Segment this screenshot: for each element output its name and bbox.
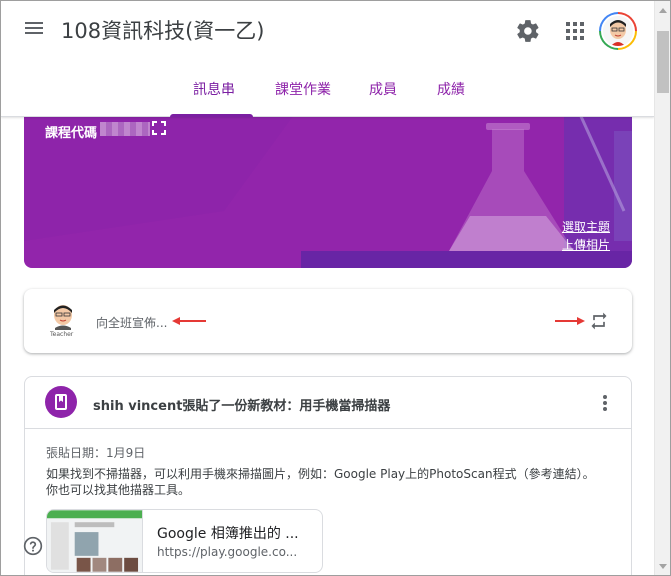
link-title[interactable]: Google 相簿推出的 ... [157, 523, 299, 543]
scroll-down-icon[interactable] [659, 564, 667, 569]
announcement-composer[interactable]: Teacher 向全班宣佈... [24, 289, 632, 353]
account-avatar[interactable] [599, 12, 637, 50]
link-url: https://play.google.co... [157, 545, 298, 559]
bookmark-icon [55, 394, 67, 410]
app-window: 108資訊科技(資一乙) 訊息串 課堂作業 成員 成績 課程代碼 選取主題 上傳… [0, 0, 671, 576]
class-code-value-blurred [100, 122, 150, 136]
menu-icon[interactable] [21, 19, 47, 43]
course-title[interactable]: 108資訊科技(資一乙) [61, 15, 264, 45]
active-tab-indicator [170, 114, 253, 117]
post-body: 如果找到不掃描器，可以利用手機來掃描圖片，例如：Google Play上的Pho… [46, 466, 621, 498]
link-thumbnail [47, 510, 143, 572]
post-body-line: 如果找到不掃描器，可以利用手機來掃描圖片，例如：Google Play上的Pho… [46, 467, 595, 481]
class-code-label: 課程代碼 [45, 126, 98, 141]
tab-grades[interactable]: 成績 [437, 79, 465, 99]
post-body-line: 你也可以找其他描器工具。 [46, 483, 191, 497]
tab-classwork[interactable]: 課堂作業 [275, 79, 331, 99]
post-title[interactable]: shih vincent張貼了一份新教材：用手機當掃描器 [93, 395, 390, 414]
help-icon[interactable] [23, 536, 43, 556]
post-header[interactable]: shih vincent張貼了一份新教材：用手機當掃描器 [25, 377, 631, 429]
announce-input[interactable]: 向全班宣佈... [96, 314, 167, 331]
more-options-icon[interactable] [601, 393, 609, 415]
tab-stream[interactable]: 訊息串 [193, 79, 235, 99]
top-app-bar: 108資訊科技(資一乙) 訊息串 課堂作業 成員 成績 [1, 1, 654, 117]
material-post-card: shih vincent張貼了一份新教材：用手機當掃描器 張貼日期：1月9日 如… [24, 376, 632, 575]
link-attachment[interactable]: Google 相簿推出的 ... https://play.google.co.… [46, 509, 323, 573]
gear-icon[interactable] [515, 18, 541, 44]
scroll-thumb[interactable] [657, 31, 669, 93]
select-theme-link[interactable]: 選取主題 [562, 218, 610, 235]
material-badge [45, 386, 77, 418]
tab-people[interactable]: 成員 [369, 79, 397, 99]
vertical-scrollbar[interactable] [654, 1, 670, 575]
upload-photo-link[interactable]: 上傳相片 [562, 236, 610, 253]
red-arrow-annotation [555, 317, 585, 325]
teacher-cartoon-icon [603, 16, 633, 46]
apps-grid-icon[interactable] [564, 20, 586, 42]
post-date: 張貼日期：1月9日 [46, 446, 146, 460]
course-tabs: 訊息串 課堂作業 成員 成績 [1, 71, 654, 117]
scroll-up-icon[interactable] [659, 8, 667, 13]
teacher-avatar-caption: Teacher [50, 331, 74, 338]
course-banner: 課程代碼 選取主題 上傳相片 [24, 101, 632, 268]
fullscreen-icon[interactable] [152, 121, 166, 135]
red-arrow-annotation [172, 317, 206, 325]
reuse-post-icon[interactable] [589, 311, 609, 331]
